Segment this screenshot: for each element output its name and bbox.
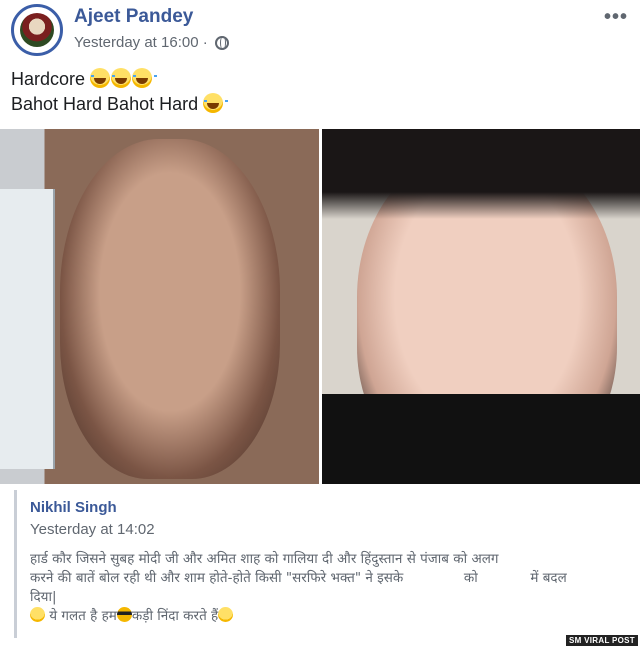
laughing-emoji-icon [30, 607, 45, 622]
hair-image [321, 129, 640, 219]
shirt-image [321, 394, 640, 484]
comment-body: हार्ड कौर जिसने सुबह मोदी जी और अमित शाह… [30, 550, 620, 626]
post-photos[interactable] [0, 129, 640, 484]
comment-line-2-part-2: को [463, 570, 478, 586]
comment-author-name[interactable]: Nikhil Singh [30, 499, 626, 516]
watermark: SM VIRAL POST [566, 635, 638, 646]
comment-line-1: हार्ड कौर जिसने सुबह मोदी जी और अमित शाह… [30, 551, 499, 567]
comment-line-4-part-1: ये गलत है हम [49, 608, 117, 624]
post-text-bahot-hard: Bahot Hard Bahot Hard [11, 94, 199, 114]
comment-line-2-part-3: में बदल [530, 570, 567, 586]
laughing-emoji-icon [111, 68, 137, 88]
avatar-image [20, 13, 54, 47]
comment-line-2: करने की बातें बोल रही थी और शाम होते-होत… [30, 569, 620, 588]
post-text-line-2: Bahot Hard Bahot Hard [11, 92, 229, 117]
post-text: Hardcore Bahot Hard Bahot Hard [11, 67, 229, 117]
globe-icon [214, 35, 229, 50]
laughing-emoji-icon [132, 68, 158, 88]
post-header: Ajeet Pandey Yesterday at 16:00 · ••• [0, 0, 640, 62]
sunglasses-emoji-icon [116, 607, 132, 622]
post-meta: Yesterday at 16:00 · [74, 34, 229, 51]
face-image [60, 139, 280, 479]
more-options-button[interactable]: ••• [604, 6, 628, 29]
whiteboard-background [0, 189, 55, 469]
comment-line-2-part-1: करने की बातें बोल रही थी और शाम होते-होत… [30, 570, 404, 586]
post-text-hardcore: Hardcore [11, 69, 86, 89]
post-timestamp[interactable]: Yesterday at 16:00 · [74, 34, 208, 51]
laughing-emoji-icon [90, 68, 116, 88]
rofl-emoji-icon [218, 607, 234, 622]
post-text-line-1: Hardcore [11, 67, 224, 92]
photo-right[interactable] [321, 129, 640, 484]
profile-avatar[interactable] [11, 4, 63, 56]
photo-left[interactable] [0, 129, 319, 484]
comment-line-4: ये गलत है हम कड़ी निंदा करते हैं [30, 607, 620, 626]
comment-timestamp[interactable]: Yesterday at 14:02 [30, 521, 626, 538]
post-author-name[interactable]: Ajeet Pandey [74, 6, 193, 28]
comment-line-3: दिया| [30, 589, 57, 605]
laughing-emoji-icon [203, 93, 229, 113]
comment-line-4-part-2: कड़ी निंदा करते हैं [131, 608, 219, 624]
shared-comment: Nikhil Singh Yesterday at 14:02 हार्ड कौ… [14, 490, 626, 638]
